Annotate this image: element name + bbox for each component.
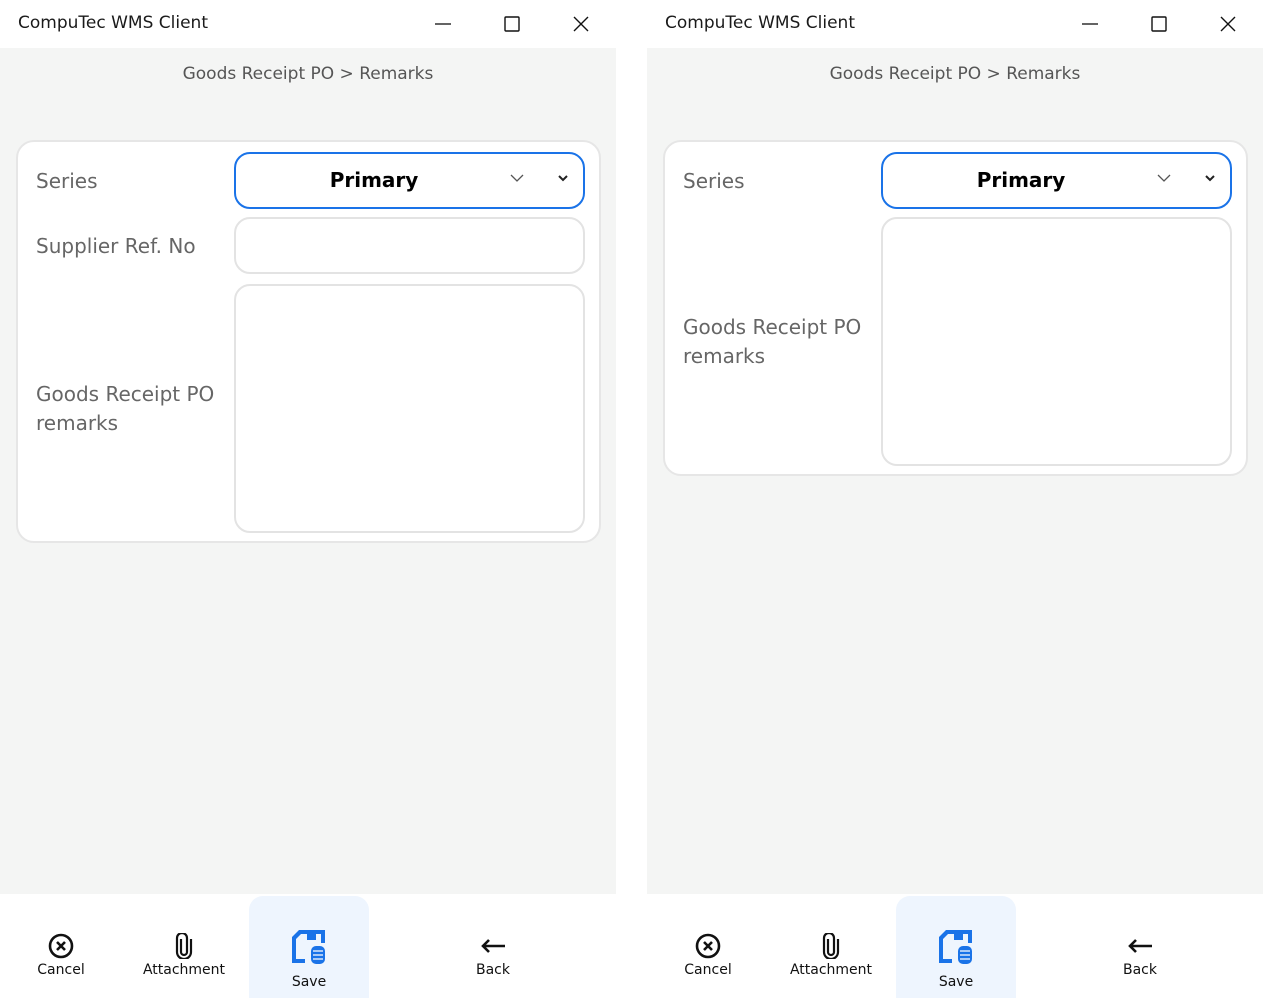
maximize-button[interactable]: [1136, 8, 1182, 40]
close-icon: [1220, 16, 1236, 32]
chevron-down-icon: [558, 175, 568, 182]
back-button[interactable]: Back: [1100, 894, 1180, 998]
title-bar: CompuTec WMS Client: [0, 0, 616, 48]
series-select[interactable]: Primary: [881, 152, 1232, 209]
bottom-toolbar: Cancel Attachment Save Back: [0, 894, 616, 998]
breadcrumb: Goods Receipt PO > Remarks: [829, 64, 1081, 84]
minimize-button[interactable]: [420, 8, 466, 40]
minimize-icon: [1082, 23, 1098, 25]
close-icon: [573, 16, 589, 32]
cancel-circle-icon: [695, 933, 721, 959]
series-value: Primary: [976, 168, 1066, 192]
save-database-icon: [292, 930, 325, 964]
window-left: CompuTec WMS Client Goods Receipt PO > R…: [0, 0, 616, 998]
series-select[interactable]: Primary: [234, 152, 585, 209]
maximize-icon: [1151, 16, 1167, 32]
bottom-toolbar: Cancel Attachment Save Back: [647, 894, 1263, 998]
minimize-button[interactable]: [1067, 8, 1113, 40]
cancel-button[interactable]: Cancel: [668, 894, 748, 998]
close-button[interactable]: [1205, 8, 1251, 40]
save-button[interactable]: Save: [896, 896, 1016, 998]
attachment-button[interactable]: Attachment: [134, 894, 234, 998]
chevron-down-icon: [510, 174, 524, 182]
close-button[interactable]: [558, 8, 604, 40]
series-label: Series: [36, 169, 98, 193]
arrow-left-icon: [481, 939, 505, 953]
minimize-icon: [435, 23, 451, 25]
save-label: Save: [938, 974, 974, 990]
remarks-label: Goods Receipt PO remarks: [683, 315, 862, 368]
attachment-label: Attachment: [789, 962, 873, 978]
back-label: Back: [476, 962, 510, 978]
chevron-down-icon: [1205, 175, 1215, 182]
maximize-icon: [504, 16, 520, 32]
supplier-ref-input[interactable]: [234, 217, 585, 274]
back-button[interactable]: Back: [453, 894, 533, 998]
save-button[interactable]: Save: [249, 896, 369, 998]
cancel-label: Cancel: [37, 962, 85, 978]
save-database-icon: [939, 930, 972, 964]
back-label: Back: [1123, 962, 1157, 978]
series-value: Primary: [329, 168, 419, 192]
cancel-circle-icon: [48, 933, 74, 959]
cancel-label: Cancel: [684, 962, 732, 978]
attachment-label: Attachment: [142, 962, 226, 978]
supplier-ref-label: Supplier Ref. No: [36, 234, 196, 258]
form-card: Series Primary Supplier Ref. No Goods Re…: [16, 140, 601, 543]
window-right: CompuTec WMS Client Goods Receipt PO > R…: [647, 0, 1263, 998]
paperclip-icon: [822, 933, 840, 959]
remarks-textarea[interactable]: [881, 217, 1232, 466]
remarks-label: Goods Receipt PO remarks: [36, 382, 215, 435]
window-title: CompuTec WMS Client: [665, 13, 855, 33]
breadcrumb: Goods Receipt PO > Remarks: [182, 64, 434, 84]
window-title: CompuTec WMS Client: [18, 13, 208, 33]
attachment-button[interactable]: Attachment: [781, 894, 881, 998]
series-label: Series: [683, 169, 745, 193]
chevron-down-icon: [1157, 174, 1171, 182]
title-bar: CompuTec WMS Client: [647, 0, 1263, 48]
remarks-textarea[interactable]: [234, 284, 585, 533]
arrow-left-icon: [1128, 939, 1152, 953]
paperclip-icon: [175, 933, 193, 959]
save-label: Save: [291, 974, 327, 990]
maximize-button[interactable]: [489, 8, 535, 40]
form-card: Series Primary Goods Receipt PO remarks: [663, 140, 1248, 476]
cancel-button[interactable]: Cancel: [21, 894, 101, 998]
